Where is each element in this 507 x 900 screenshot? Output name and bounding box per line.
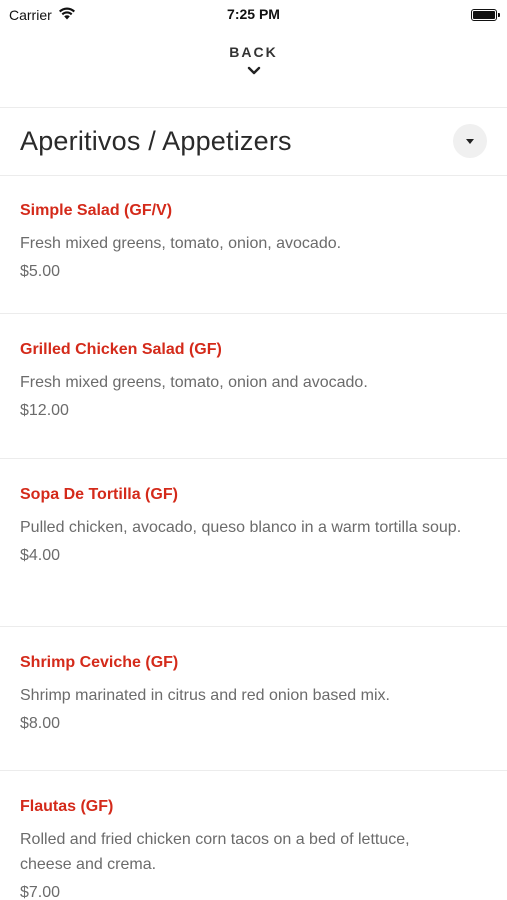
item-description: Pulled chicken, avocado, queso blanco in… — [20, 519, 462, 536]
item-description: Rolled and fried chicken corn tacos on a… — [20, 831, 410, 873]
menu-item[interactable]: Simple Salad (GF/V) Fresh mixed greens, … — [0, 175, 507, 314]
item-description: Shrimp marinated in citrus and red onion… — [20, 687, 390, 704]
category-title: Aperitivos / Appetizers — [20, 125, 292, 156]
item-price: $7.00 — [20, 884, 61, 900]
item-price: $4.00 — [20, 547, 61, 564]
item-price: $5.00 — [20, 263, 61, 280]
back-button[interactable]: BACK — [0, 44, 507, 94]
battery-level — [473, 11, 495, 19]
menu-list: Simple Salad (GF/V) Fresh mixed greens, … — [0, 175, 507, 900]
item-name: Flautas (GF) — [20, 798, 114, 815]
caret-down-icon — [466, 132, 474, 150]
back-label: BACK — [229, 44, 278, 60]
item-name: Shrimp Ceviche (GF) — [20, 654, 179, 671]
battery-icon — [471, 9, 500, 21]
menu-item[interactable]: Flautas (GF) Rolled and fried chicken co… — [0, 771, 507, 900]
item-name: Sopa De Tortilla (GF) — [20, 486, 178, 503]
menu-item[interactable]: Shrimp Ceviche (GF) Shrimp marinated in … — [0, 627, 507, 771]
menu-item[interactable]: Grilled Chicken Salad (GF) Fresh mixed g… — [0, 314, 507, 459]
item-price: $12.00 — [20, 402, 69, 419]
status-bar: Carrier 7:25 PM — [0, 0, 507, 30]
item-name: Simple Salad (GF/V) — [20, 202, 173, 219]
screen: Carrier 7:25 PM BACK Aperitivos / Appeti… — [0, 0, 507, 900]
menu-item[interactable]: Sopa De Tortilla (GF) Pulled chicken, av… — [0, 459, 507, 627]
item-description: Fresh mixed greens, tomato, onion and av… — [20, 374, 368, 391]
status-time: 7:25 PM — [227, 6, 280, 22]
chevron-down-icon — [247, 63, 261, 81]
item-price: $8.00 — [20, 715, 61, 732]
category-dropdown-button[interactable] — [453, 124, 487, 158]
item-name: Grilled Chicken Salad (GF) — [20, 341, 222, 358]
category-header: Aperitivos / Appetizers — [0, 108, 507, 174]
item-description: Fresh mixed greens, tomato, onion, avoca… — [20, 235, 342, 252]
